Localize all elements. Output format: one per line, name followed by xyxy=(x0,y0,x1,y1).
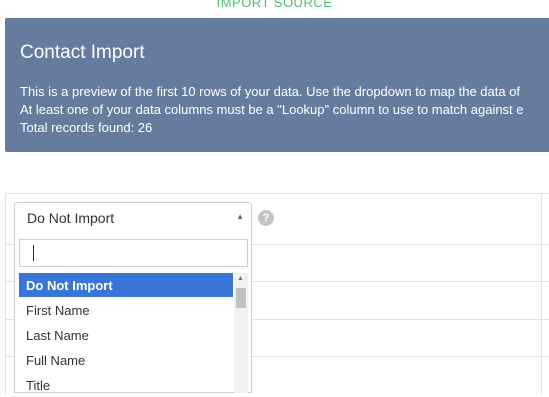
column-mapping-select[interactable]: Do Not Import ▲ xyxy=(14,202,252,233)
scroll-up-icon[interactable]: ▲ xyxy=(237,275,244,282)
option-full-name[interactable]: Full Name xyxy=(19,348,233,372)
total-records-text: Total records found: 26 xyxy=(20,120,153,135)
import-source-link[interactable]: IMPORT SOURCE xyxy=(0,0,549,10)
mapping-dropdown: Do Not Import First Name Last Name Full … xyxy=(14,233,252,393)
dropdown-scrollbar[interactable]: ▲ xyxy=(234,273,248,393)
preview-description: This is a preview of the first 10 rows o… xyxy=(20,84,521,99)
import-info-panel: Contact Import This is a preview of the … xyxy=(5,18,549,152)
scrollbar-thumb[interactable] xyxy=(236,288,246,308)
dropdown-search-input[interactable] xyxy=(19,239,248,267)
chevron-up-icon[interactable]: ▲ xyxy=(236,212,244,221)
help-icon[interactable]: ? xyxy=(258,210,274,226)
option-do-not-import[interactable]: Do Not Import xyxy=(19,273,233,297)
text-cursor xyxy=(33,245,34,261)
page-title: Contact Import xyxy=(20,42,145,63)
option-last-name[interactable]: Last Name xyxy=(19,323,233,347)
option-title[interactable]: Title xyxy=(19,373,233,397)
column-divider xyxy=(541,194,542,394)
lookup-requirement-text: At least one of your data columns must b… xyxy=(20,102,524,117)
option-first-name[interactable]: First Name xyxy=(19,298,233,322)
selected-mapping-value: Do Not Import xyxy=(27,210,115,226)
